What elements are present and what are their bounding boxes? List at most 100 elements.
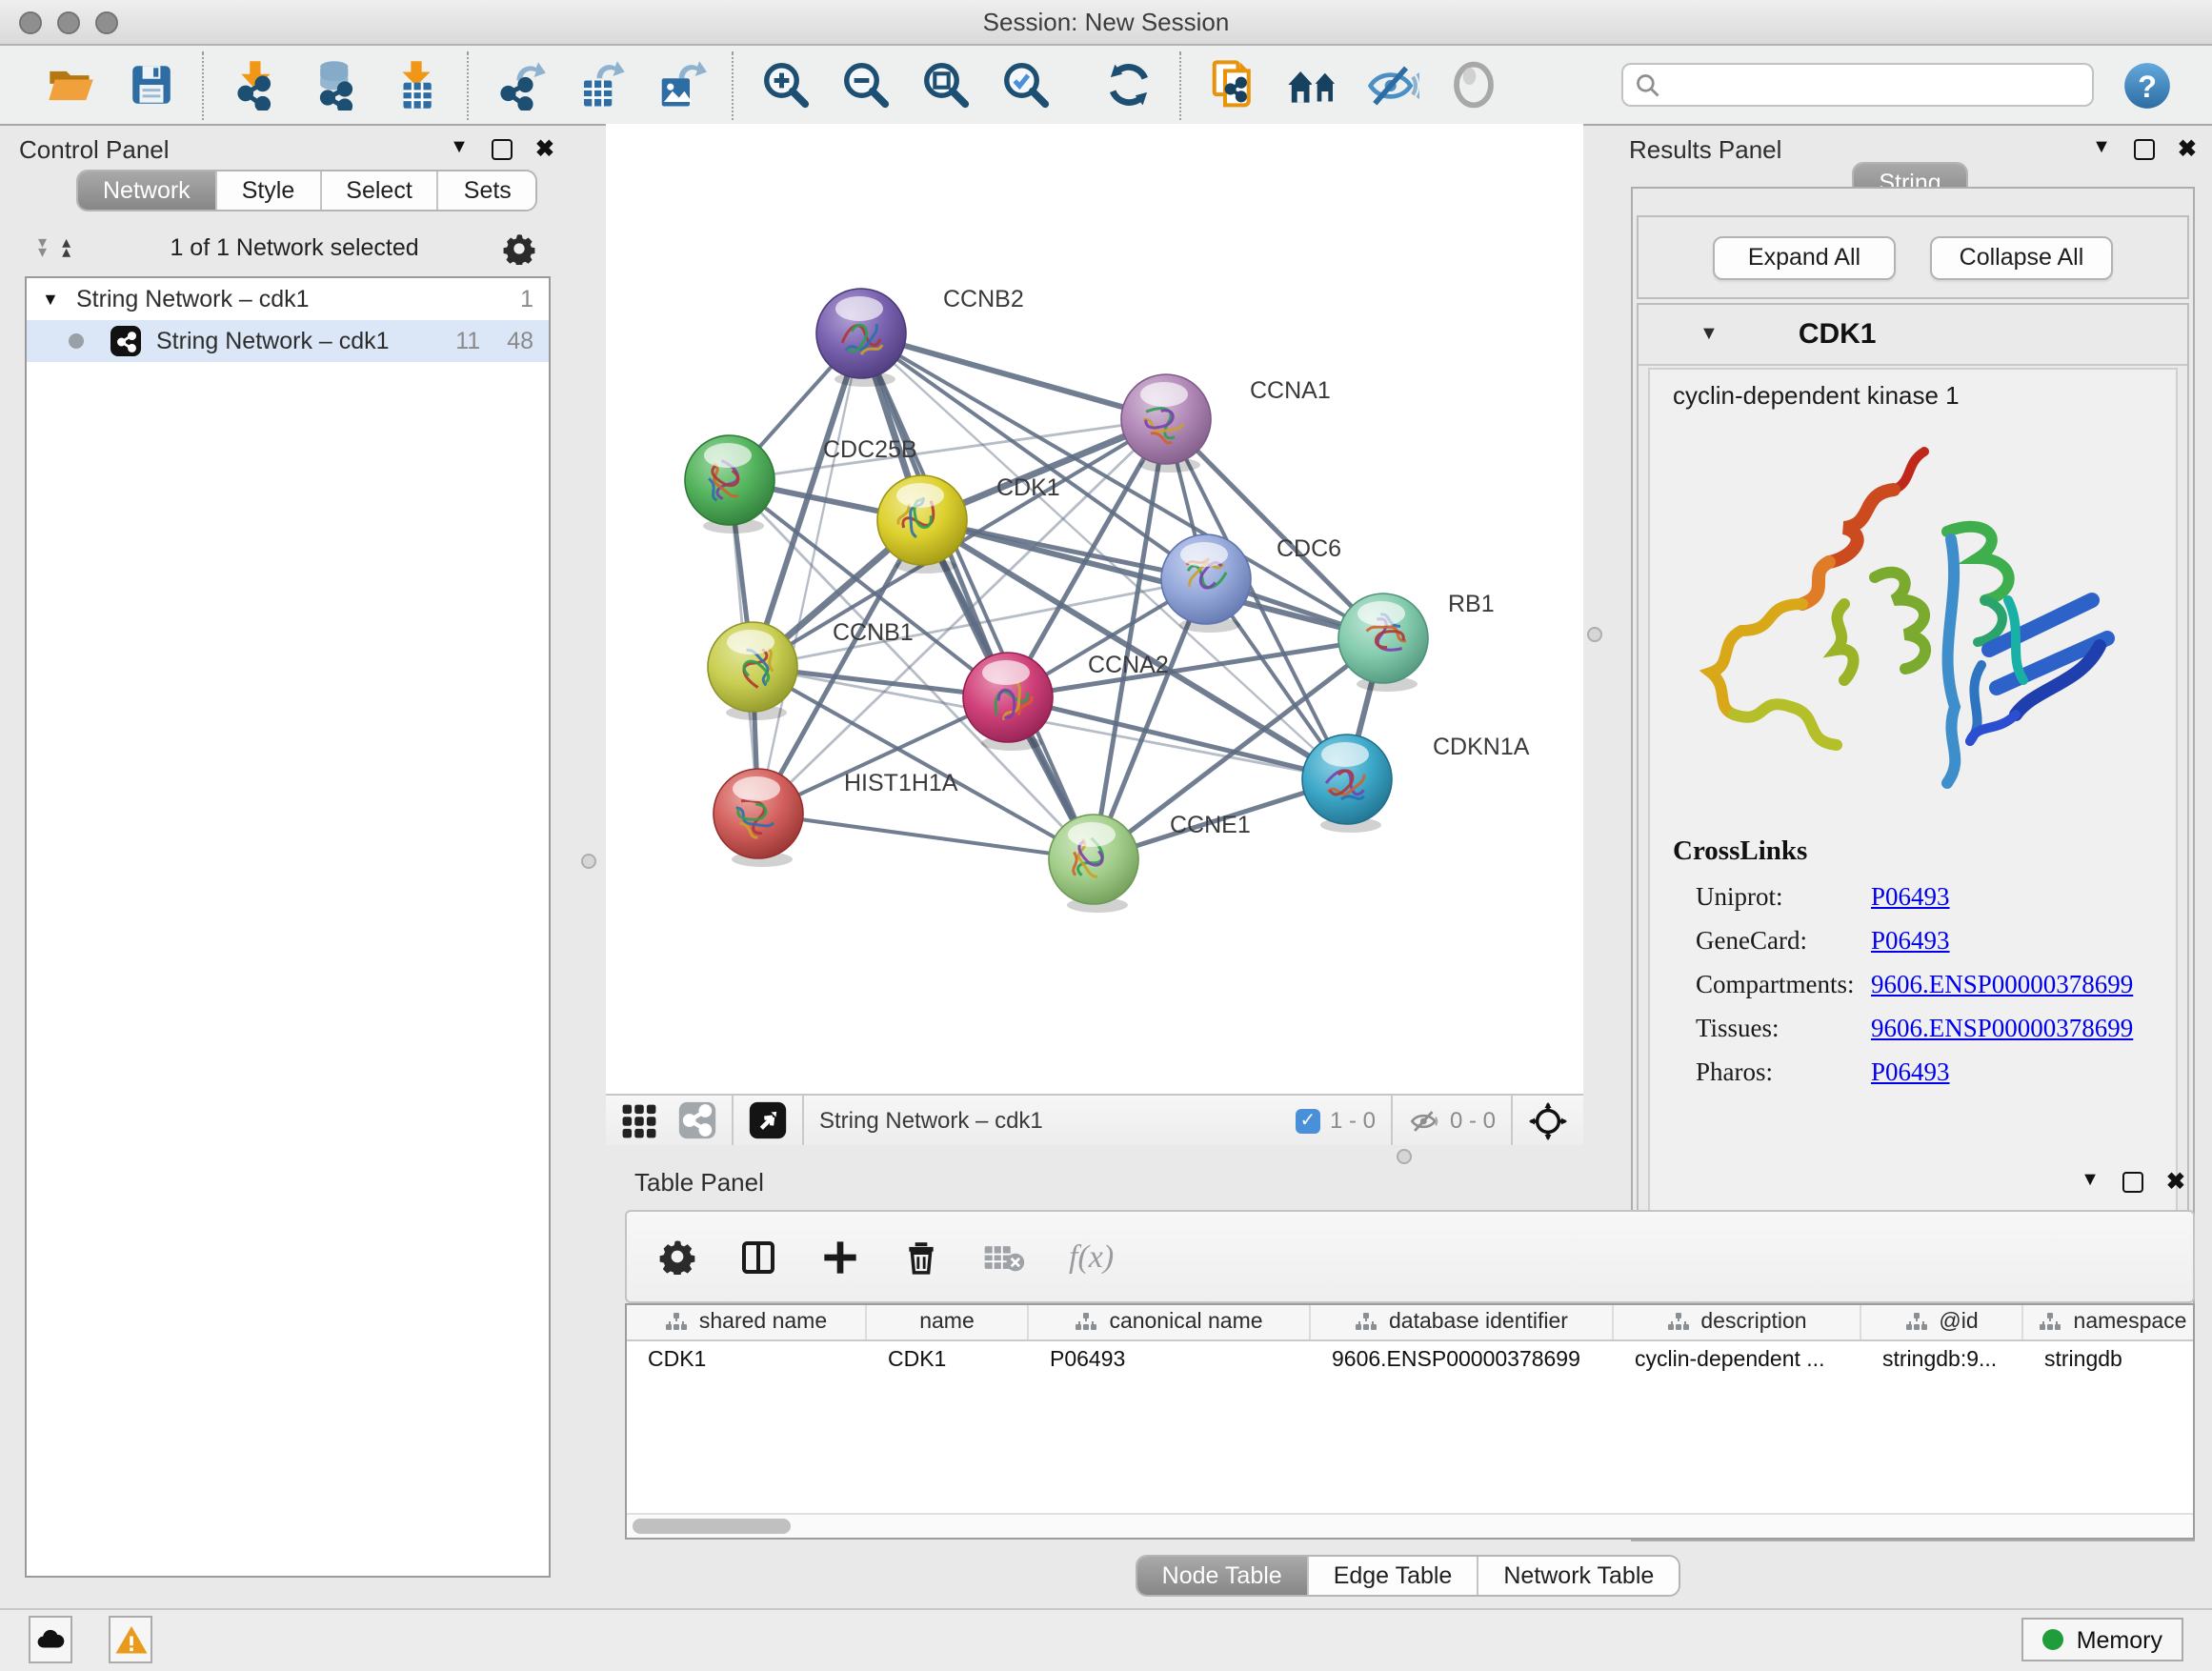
tab-network[interactable]: Network [78, 171, 217, 210]
table-cell[interactable]: stringdb [2023, 1349, 2195, 1372]
tab-style[interactable]: Style [217, 171, 322, 210]
node-label-CCNA2: CCNA2 [1088, 652, 1169, 678]
network-collection-row[interactable]: ▼ String Network – cdk1 1 [27, 278, 549, 320]
float-panel-icon[interactable]: ▼ [450, 139, 469, 158]
column-header-description[interactable]: description [1614, 1305, 1861, 1339]
cloud-icon [34, 1623, 67, 1656]
column-header-canonical-name[interactable]: canonical name [1029, 1305, 1311, 1339]
toolbar-search-field[interactable] [1621, 63, 2094, 107]
table-cell[interactable]: P06493 [1029, 1349, 1311, 1372]
network-canvas[interactable]: CCNB2CCNA1CDC25BCDK1CDC6RB1CCNB1CCNA2CDK… [606, 124, 1583, 1094]
column-header-shared-name[interactable]: shared name [627, 1305, 867, 1339]
collapse-all-networks-icon[interactable]: ▾▾ [38, 238, 45, 257]
network-node-CCNE1[interactable] [1049, 815, 1138, 913]
birds-eye-view-icon[interactable] [749, 1101, 787, 1139]
zoom-out-icon[interactable] [838, 58, 892, 111]
entry-disclosure-icon[interactable]: ▼ [1699, 324, 1719, 345]
export-network-icon[interactable] [493, 58, 547, 111]
export-image-icon[interactable] [654, 58, 707, 111]
fit-selected-crosshair-icon[interactable] [1528, 1100, 1568, 1140]
collection-disclosure-icon[interactable]: ▼ [42, 290, 76, 309]
expand-all-networks-icon[interactable]: ▴▴ [62, 238, 69, 257]
column-header-database-identifier[interactable]: database identifier [1311, 1305, 1614, 1339]
save-session-icon[interactable] [124, 58, 177, 111]
maximize-panel-icon[interactable] [492, 138, 513, 159]
hide-selected-icon[interactable] [1366, 58, 1419, 111]
crosslink-link[interactable]: 9606.ENSP00000378699 [1871, 970, 2133, 1000]
network-node-CDC25B[interactable] [685, 435, 774, 534]
search-input[interactable] [1661, 71, 2081, 98]
tab-select[interactable]: Select [321, 171, 439, 210]
network-row-selected[interactable]: String Network – cdk1 11 48 [27, 320, 549, 362]
search-icon [1635, 71, 1661, 98]
tab-edge-table[interactable]: Edge Table [1309, 1557, 1479, 1595]
cloud-status-button[interactable] [29, 1616, 72, 1663]
show-columns-icon[interactable] [739, 1238, 777, 1276]
network-node-CCNB1[interactable] [708, 622, 797, 720]
collection-count: 1 [520, 286, 533, 312]
import-network-from-database-icon[interactable] [309, 58, 362, 111]
collapse-all-button[interactable]: Collapse All [1930, 235, 2113, 279]
memory-button[interactable]: Memory [2021, 1618, 2183, 1661]
clone-network-icon[interactable] [1206, 58, 1259, 111]
column-header-@id[interactable]: @id [1861, 1305, 2023, 1339]
network-node-RB1[interactable] [1338, 594, 1428, 692]
first-neighbors-icon[interactable] [1286, 58, 1339, 111]
zoom-fit-icon[interactable] [918, 58, 972, 111]
right-splitter-grip[interactable] [1587, 627, 1602, 642]
crosslink-link[interactable]: 9606.ENSP00000378699 [1871, 1014, 2133, 1044]
export-table-icon[interactable] [573, 58, 627, 111]
network-options-gear-icon[interactable] [503, 232, 535, 264]
network-node-CDKN1A[interactable] [1302, 735, 1392, 833]
table-cell[interactable]: cyclin-dependent ... [1614, 1349, 1861, 1372]
open-session-icon[interactable] [44, 58, 97, 111]
tab-node-table[interactable]: Node Table [1137, 1557, 1309, 1595]
close-panel-icon[interactable]: ✖ [2166, 1170, 2185, 1193]
zoom-in-icon[interactable] [758, 58, 812, 111]
grid-view-icon[interactable] [621, 1102, 657, 1138]
maximize-panel-icon[interactable] [2134, 138, 2155, 159]
float-panel-icon[interactable]: ▼ [2081, 1172, 2100, 1191]
crosslink-link[interactable]: P06493 [1871, 926, 1950, 956]
help-icon[interactable]: ? [2121, 58, 2174, 111]
edge-CCNA1-HIST1H1A[interactable] [758, 419, 1166, 814]
float-panel-icon[interactable]: ▼ [2092, 139, 2111, 158]
show-all-icon[interactable] [1446, 58, 1499, 111]
network-node-CDC6[interactable] [1161, 534, 1251, 633]
network-node-CCNA1[interactable] [1121, 374, 1211, 473]
import-network-from-file-icon[interactable] [229, 58, 282, 111]
import-table-from-file-icon[interactable] [389, 58, 442, 111]
maximize-panel-icon[interactable] [2122, 1171, 2143, 1192]
delete-column-icon[interactable] [903, 1238, 939, 1276]
edge-CCNB2-HIST1H1A[interactable] [758, 333, 861, 814]
table-options-gear-icon[interactable] [659, 1238, 695, 1275]
scrollbar-thumb[interactable] [633, 1519, 791, 1534]
create-column-icon[interactable] [821, 1238, 859, 1276]
left-splitter-grip[interactable] [581, 854, 596, 869]
tab-network-table[interactable]: Network Table [1478, 1557, 1679, 1595]
expand-all-button[interactable]: Expand All [1713, 235, 1896, 279]
column-header-namespace[interactable]: namespace [2023, 1305, 2195, 1339]
table-cell[interactable]: CDK1 [627, 1349, 867, 1372]
table-row[interactable]: CDK1CDK1P064939606.ENSP00000378699cyclin… [627, 1341, 2193, 1379]
close-panel-icon[interactable]: ✖ [2178, 137, 2197, 160]
table-horizontal-scrollbar[interactable] [627, 1513, 2193, 1538]
column-label: name [919, 1311, 975, 1334]
refresh-layout-icon[interactable] [1101, 58, 1155, 111]
table-cell[interactable]: stringdb:9... [1861, 1349, 2023, 1372]
column-header-name[interactable]: name [867, 1305, 1029, 1339]
table-cell[interactable]: CDK1 [867, 1349, 1029, 1372]
warnings-button[interactable] [109, 1616, 152, 1663]
network-node-HIST1H1A[interactable] [714, 769, 803, 867]
crosslink-link[interactable]: P06493 [1871, 1057, 1950, 1088]
crosslink-link[interactable]: P06493 [1871, 882, 1950, 913]
edge-HIST1H1A-CCNE1[interactable] [758, 814, 1094, 859]
network-share-view-icon[interactable] [678, 1101, 716, 1139]
network-edges[interactable] [730, 333, 1383, 859]
tab-sets[interactable]: Sets [439, 171, 536, 210]
table-cell[interactable]: 9606.ENSP00000378699 [1311, 1349, 1614, 1372]
node-result-header[interactable]: ▼ CDK1 [1639, 305, 2187, 366]
close-panel-icon[interactable]: ✖ [535, 137, 554, 160]
zoom-selected-icon[interactable] [998, 58, 1052, 111]
network-node-CCNB2[interactable] [816, 289, 906, 387]
